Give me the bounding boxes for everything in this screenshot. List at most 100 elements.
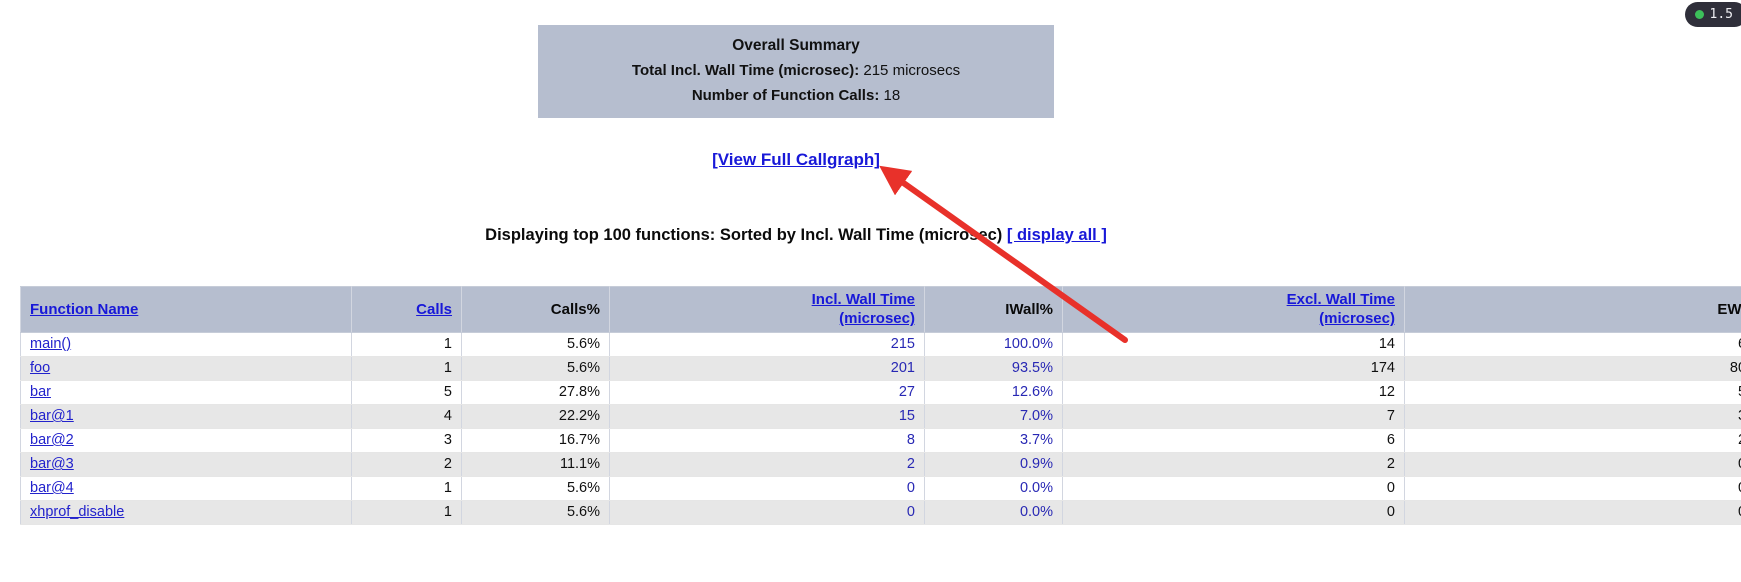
cell-iwall-pct: 3.7% — [924, 428, 1063, 453]
cell-calls: 5 — [351, 380, 462, 405]
table-row: bar@1 422.2%157.0%73.3% — [20, 404, 1741, 429]
xhprof-report-page: 1.5 Overall Summary Total Incl. Wall Tim… — [0, 0, 1741, 582]
column-header-calls[interactable]: Calls — [351, 286, 462, 333]
column-header-function-name[interactable]: Function Name — [20, 286, 352, 333]
function-name-link[interactable]: bar@1 — [30, 408, 74, 424]
displaying-text: Displaying top 100 functions: Sorted by … — [485, 226, 1003, 244]
cell-calls-pct: 11.1% — [461, 452, 610, 477]
cell-incl-wall-time: 0 — [609, 500, 925, 525]
cell-function-name: bar — [20, 380, 352, 405]
column-header-calls-pct: Calls% — [461, 286, 610, 333]
cell-incl-wall-time: 15 — [609, 404, 925, 429]
profiler-table-header: Function Name Calls Calls% Incl. Wall Ti… — [20, 286, 1741, 333]
summary-title: Overall Summary — [732, 37, 860, 54]
table-header-row: Function Name Calls Calls% Incl. Wall Ti… — [20, 286, 1741, 333]
column-header-iwall-pct: IWall% — [924, 286, 1063, 333]
cell-ewall-pct: 80.9% — [1404, 356, 1741, 381]
cell-function-name: bar@3 — [20, 452, 352, 477]
sort-link-excl-wall-time[interactable]: Excl. Wall Time (microsec) — [1287, 291, 1395, 327]
cell-incl-wall-time: 27 — [609, 380, 925, 405]
excl-wall-time-line2: (microsec) — [1319, 310, 1395, 327]
cell-function-name: main() — [20, 332, 352, 357]
cell-ewall-pct: 5.6% — [1404, 380, 1741, 405]
table-row: bar@3211.1%20.9%20.9% — [20, 452, 1741, 477]
cell-iwall-pct: 93.5% — [924, 356, 1063, 381]
cell-incl-wall-time: 215 — [609, 332, 925, 357]
cell-calls: 1 — [351, 332, 462, 357]
function-name-link[interactable]: xhprof_disable — [30, 504, 124, 520]
cell-function-name: bar@4 — [20, 476, 352, 501]
summary-function-calls-label: Number of Function Calls: — [691, 87, 880, 104]
cell-calls-pct: 5.6% — [461, 332, 610, 357]
summary-function-calls: Number of Function Calls: 18 — [538, 83, 1054, 108]
cell-ewall-pct: 0.0% — [1404, 476, 1741, 501]
cell-calls: 3 — [351, 428, 462, 453]
cell-calls: 1 — [351, 476, 462, 501]
cell-iwall-pct: 7.0% — [924, 404, 1063, 429]
summary-total-wall-time: Total Incl. Wall Time (microsec): 215 mi… — [538, 58, 1054, 83]
function-name-link[interactable]: bar@3 — [30, 456, 74, 472]
cell-calls-pct: 5.6% — [461, 476, 610, 501]
cell-ewall-pct: 2.8% — [1404, 428, 1741, 453]
table-row: main() 15.6%215100.0%146.5% — [20, 332, 1741, 357]
sort-link-function-name[interactable]: Function Name — [30, 301, 138, 318]
cell-excl-wall-time: 7 — [1062, 404, 1405, 429]
cell-calls: 2 — [351, 452, 462, 477]
view-full-callgraph-link[interactable]: [View Full Callgraph] — [712, 150, 880, 169]
cell-excl-wall-time: 2 — [1062, 452, 1405, 477]
status-badge-value: 1.5 — [1709, 7, 1733, 22]
cell-iwall-pct: 0.0% — [924, 476, 1063, 501]
cell-excl-wall-time: 0 — [1062, 476, 1405, 501]
cell-incl-wall-time: 0 — [609, 476, 925, 501]
cell-incl-wall-time: 8 — [609, 428, 925, 453]
table-row: bar 527.8%2712.6%125.6% — [20, 380, 1741, 405]
cell-excl-wall-time: 12 — [1062, 380, 1405, 405]
function-name-link[interactable]: bar — [30, 384, 51, 400]
cell-ewall-pct: 3.3% — [1404, 404, 1741, 429]
sort-link-calls[interactable]: Calls — [416, 301, 452, 318]
function-name-link[interactable]: bar@4 — [30, 480, 74, 496]
overall-summary-box: Overall Summary Total Incl. Wall Time (m… — [538, 25, 1054, 118]
column-header-incl-wall-time[interactable]: Incl. Wall Time (microsec) — [609, 286, 925, 333]
summary-function-calls-value: 18 — [883, 87, 901, 104]
profiler-table-body: main()15.6%215100.0%146.5%foo15.6%20193.… — [20, 332, 1741, 525]
table-row: bar@2 316.7%83.7%62.8% — [20, 428, 1741, 453]
cell-calls: 1 — [351, 356, 462, 381]
cell-function-name: bar@1 — [20, 404, 352, 429]
cell-function-name: bar@2 — [20, 428, 352, 453]
cell-calls-pct: 27.8% — [461, 380, 610, 405]
cell-ewall-pct: 0.9% — [1404, 452, 1741, 477]
excl-wall-time-line1: Excl. Wall Time — [1286, 291, 1395, 308]
status-badge[interactable]: 1.5 — [1684, 2, 1741, 27]
cell-excl-wall-time: 14 — [1062, 332, 1405, 357]
cell-ewall-pct: 0.0% — [1404, 500, 1741, 525]
sort-link-incl-wall-time[interactable]: Incl. Wall Time (microsec) — [812, 291, 915, 327]
function-name-link[interactable]: bar@2 — [30, 432, 74, 448]
table-row: xhprof_disable15.6%00.0%00.0% — [20, 500, 1741, 525]
cell-excl-wall-time: 174 — [1062, 356, 1405, 381]
table-row: foo 15.6%20193.5%17480.9% — [20, 356, 1741, 381]
profiler-table: Function Name Calls Calls% Incl. Wall Ti… — [20, 286, 1741, 525]
cell-calls-pct: 5.6% — [461, 356, 610, 381]
displaying-summary-line: Displaying top 100 functions: Sorted by … — [0, 226, 1592, 245]
cell-function-name: xhprof_disable — [20, 500, 352, 525]
display-all-link[interactable]: [ display all ] — [1007, 226, 1107, 244]
green-status-dot-icon — [1694, 10, 1704, 19]
cell-iwall-pct: 100.0% — [924, 332, 1063, 357]
cell-iwall-pct: 0.9% — [924, 452, 1063, 477]
column-header-excl-wall-time[interactable]: Excl. Wall Time (microsec) — [1062, 286, 1405, 333]
column-header-ewall-pct: EWall% — [1404, 286, 1741, 333]
cell-function-name: foo — [20, 356, 352, 381]
cell-excl-wall-time: 0 — [1062, 500, 1405, 525]
summary-total-wall-time-label: Total Incl. Wall Time (microsec): — [631, 62, 860, 79]
cell-incl-wall-time: 201 — [609, 356, 925, 381]
cell-calls: 4 — [351, 404, 462, 429]
cell-excl-wall-time: 6 — [1062, 428, 1405, 453]
cell-calls-pct: 22.2% — [461, 404, 610, 429]
callgraph-link-container: [View Full Callgraph] — [0, 150, 1592, 170]
function-name-link[interactable]: main() — [30, 336, 71, 352]
function-name-link[interactable]: foo — [30, 360, 50, 376]
cell-iwall-pct: 0.0% — [924, 500, 1063, 525]
incl-wall-time-line2: (microsec) — [839, 310, 915, 327]
cell-iwall-pct: 12.6% — [924, 380, 1063, 405]
